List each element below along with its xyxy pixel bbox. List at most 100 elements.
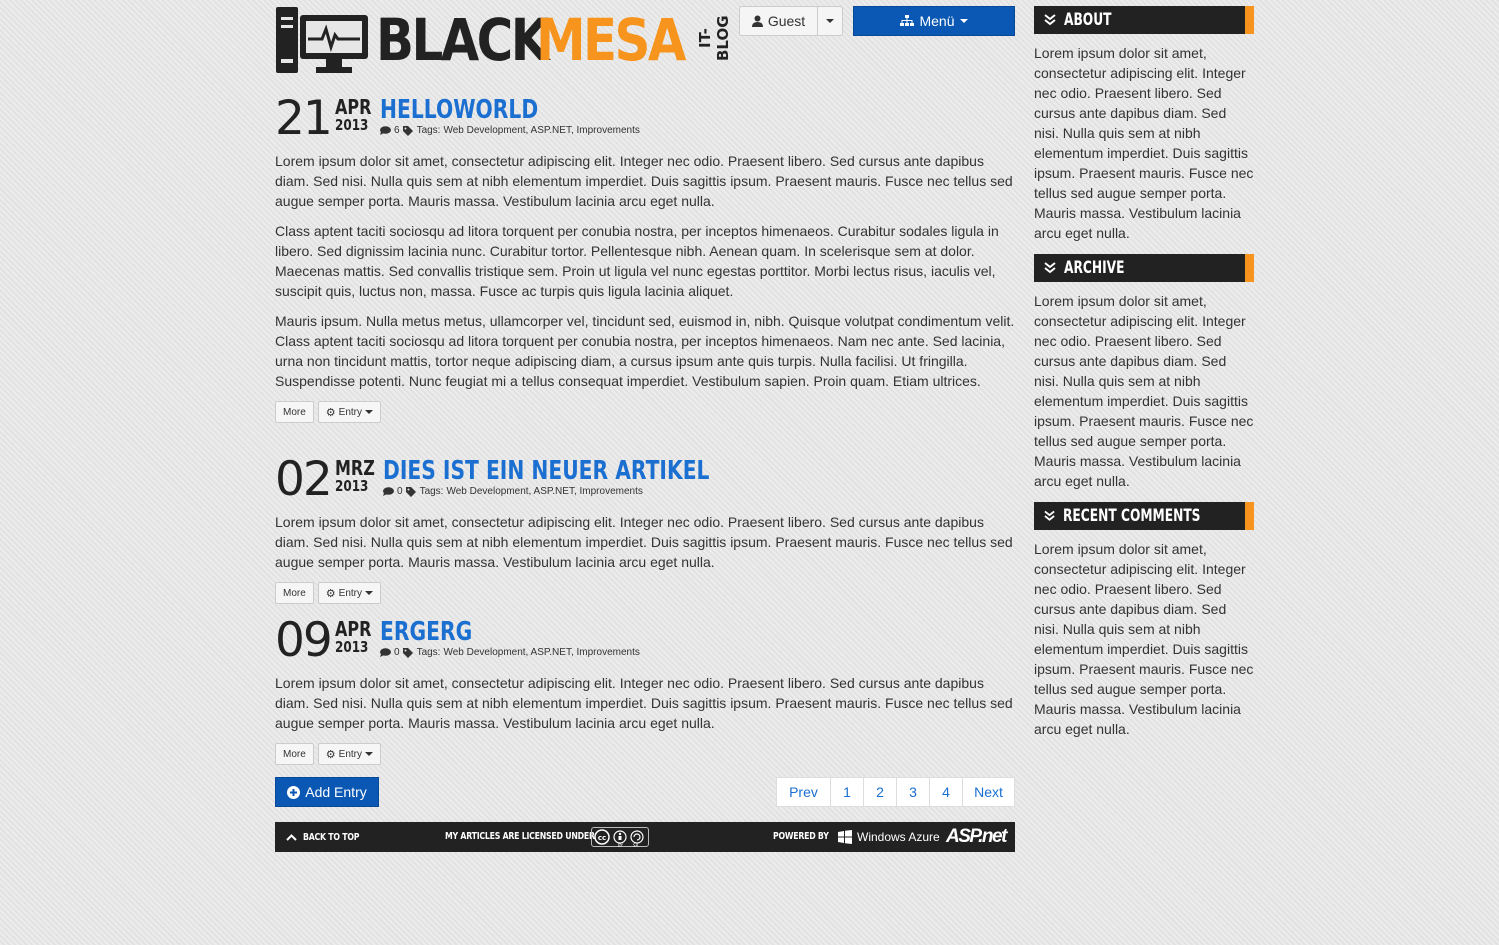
user-icon [751,15,763,27]
more-button[interactable]: More [275,743,314,765]
guest-label: Guest [767,13,806,29]
post-year: 2013 [335,116,369,134]
sidebar-accent [1245,502,1254,530]
post-title-link[interactable]: HELLOWORLD [380,95,538,125]
pagination-page-2[interactable]: 2 [863,777,897,807]
caret-down-icon [365,410,374,414]
blog-post: 21 APR 2013 HELLOWORLD 6 Tags: Web Devel… [275,95,1015,423]
more-label: More [283,587,306,599]
sidebar-text: Lorem ipsum dolor sit amet, consectetur … [1034,45,1254,241]
tags-list[interactable]: Web Development, ASP.NET, Improvements [443,125,639,136]
comment-count[interactable]: 6 [394,125,400,136]
guest-button[interactable]: Guest [739,6,818,36]
post-paragraph: Class aptent taciti sociosqu ad litora t… [275,223,999,299]
tags-list[interactable]: Web Development, ASP.NET, Improvements [446,486,642,497]
pagination-prev[interactable]: Prev [776,777,831,807]
tags-icon [402,125,413,136]
logo-mesa-text: MESA [536,6,686,74]
post-day: 21 [275,91,333,146]
post-month: APR [335,617,372,641]
back-to-top-link[interactable]: BACK TO TOP [286,822,375,852]
chevron-up-icon [286,833,297,841]
pagination: Prev 1 2 3 4 Next [776,777,1015,807]
caret-down-icon [365,752,374,756]
sidebar-header[interactable]: RECENT COMMENTS [1034,502,1254,530]
cc-by-label: BY [618,843,623,848]
caret-down-icon [826,19,834,23]
double-chevron-down-icon [1044,262,1056,274]
share-alike-icon [630,830,644,844]
computer-monitor-icon [276,7,370,73]
powered-by-text: POWERED BY [773,831,829,842]
more-button[interactable]: More [275,582,314,604]
blog-post: 09 APR 2013 ERGERG 0 Tags: Web Developme… [275,617,1015,765]
gear-icon: ⚙ [325,406,336,419]
pagination-page-1[interactable]: 1 [830,777,864,807]
post-year: 2013 [335,638,369,656]
sidebar-widget-archive: ARCHIVE Lorem ipsum dolor sit amet, cons… [1034,254,1254,491]
tags-icon [402,647,413,658]
windows-logo-icon [838,830,852,844]
caret-down-icon [959,19,968,23]
tags-label: Tags: [419,486,444,497]
post-paragraph: Lorem ipsum dolor sit amet, consectetur … [275,675,1013,731]
license-text: MY ARTICLES ARE LICENSED UNDER [445,831,595,842]
more-button[interactable]: More [275,401,314,423]
sidebar-title: ARCHIVE [1064,258,1125,278]
add-entry-button[interactable]: Add Entry [275,777,379,807]
menu-button[interactable]: Menü [853,6,1015,36]
aspnet-logo[interactable]: ASP.net [946,826,1007,848]
back-to-top-label: BACK TO TOP [303,831,360,843]
add-entry-label: Add Entry [305,784,367,800]
post-title-link[interactable]: DIES IST EIN NEUER ARTIKEL [383,456,709,486]
comment-icon [380,126,391,135]
entry-dropdown-button[interactable]: ⚙ Entry [317,743,382,765]
double-chevron-down-icon [1044,14,1056,26]
site-logo[interactable]: BLACK MESA IT-BLOG [276,7,732,73]
comment-icon [380,648,391,657]
post-month: APR [335,95,372,119]
sitemap-icon [900,15,915,26]
logo-black-text: BLACK [376,6,549,74]
sidebar-widget-recent-comments: RECENT COMMENTS Lorem ipsum dolor sit am… [1034,502,1254,739]
guest-caret-button[interactable] [818,6,843,36]
svg-text:cc: cc [598,834,606,842]
gear-icon: ⚙ [325,587,336,600]
comment-count[interactable]: 0 [397,486,403,497]
entry-label: Entry [338,406,363,418]
windows-azure-logo[interactable]: Windows Azure [838,822,940,852]
tags-list[interactable]: Web Development, ASP.NET, Improvements [443,647,639,658]
blog-post: 02 MRZ 2013 DIES IST EIN NEUER ARTIKEL 0… [275,456,1015,604]
sidebar-header[interactable]: ABOUT [1034,6,1254,34]
post-paragraph: Mauris ipsum. Nulla metus metus, ullamco… [275,313,1015,389]
tags-label: Tags: [416,647,441,658]
entry-dropdown-button[interactable]: ⚙ Entry [317,401,382,423]
post-month: MRZ [335,456,375,480]
sidebar-accent [1245,6,1254,34]
entry-label: Entry [338,587,363,599]
post-paragraph: Lorem ipsum dolor sit amet, consectetur … [275,514,1013,570]
post-meta: 0 Tags: Web Development, ASP.NET, Improv… [380,647,640,658]
caret-down-icon [365,591,374,595]
sidebar-widget-about: ABOUT Lorem ipsum dolor sit amet, consec… [1034,6,1254,243]
post-title-link[interactable]: ERGERG [380,617,472,647]
sidebar-title: ABOUT [1064,10,1112,30]
gear-icon: ⚙ [325,748,336,761]
more-label: More [283,748,306,760]
post-day: 02 [275,452,333,507]
plus-circle-icon [287,785,301,799]
post-meta: 6 Tags: Web Development, ASP.NET, Improv… [380,125,640,136]
sidebar-title: RECENT COMMENTS [1063,506,1201,526]
sidebar-text: Lorem ipsum dolor sit amet, consectetur … [1034,541,1254,737]
double-chevron-down-icon [1044,510,1055,521]
azure-label: Windows Azure [857,830,940,844]
cc-icon: cc [594,829,610,845]
more-label: More [283,406,306,418]
entry-dropdown-button[interactable]: ⚙ Entry [317,582,382,604]
sidebar-header[interactable]: ARCHIVE [1034,254,1254,282]
pagination-page-4[interactable]: 4 [929,777,963,807]
attribution-icon [613,830,627,844]
pagination-page-3[interactable]: 3 [896,777,930,807]
comment-count[interactable]: 0 [394,647,400,658]
pagination-next[interactable]: Next [962,777,1015,807]
